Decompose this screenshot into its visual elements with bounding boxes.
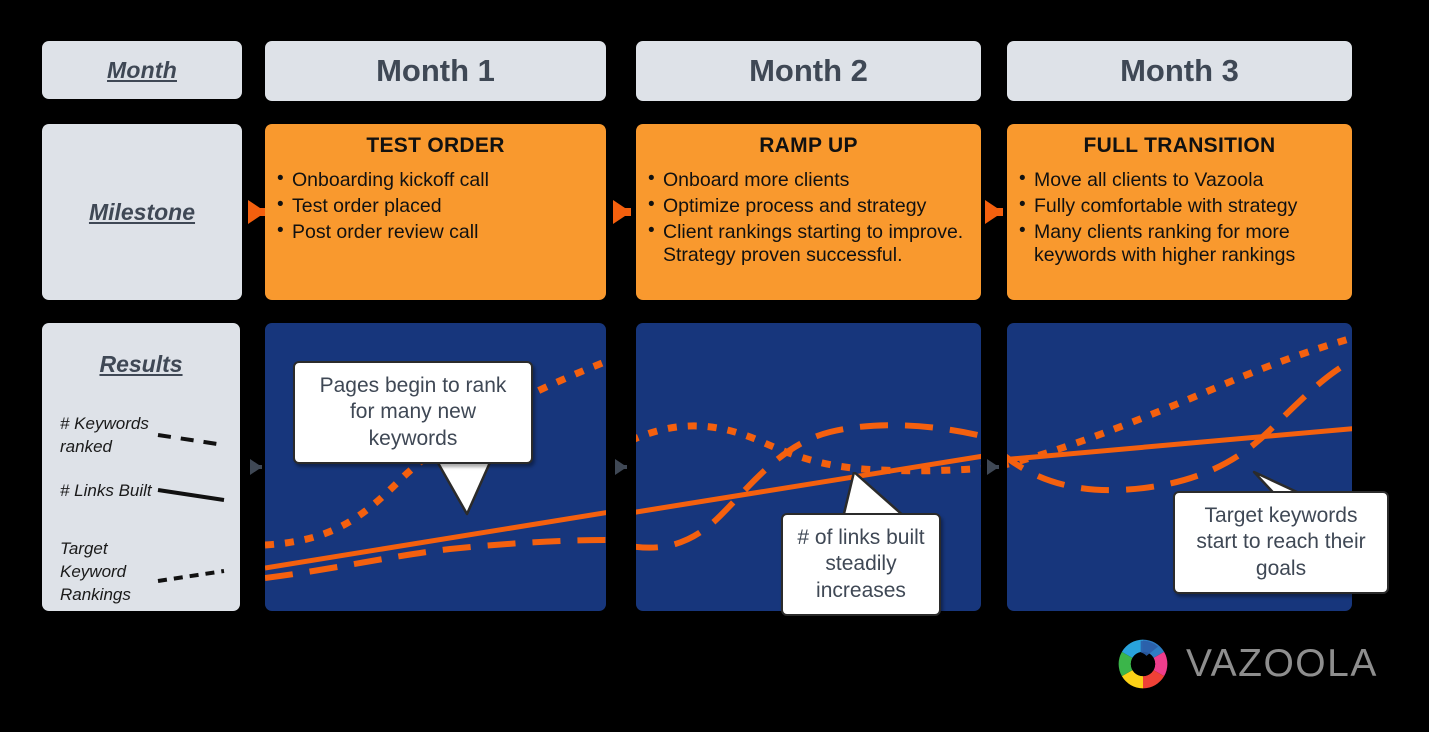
milestone-card-1-title: TEST ORDER	[366, 134, 505, 157]
milestone-row-label: Milestone	[88, 198, 196, 225]
header-month-2-label: Month 2	[749, 53, 868, 88]
milestone-card-3-bullets: Move all clients to Vazoola Fully comfor…	[1019, 168, 1340, 267]
results-legend-box: Results # Keywords ranked # Links Built …	[42, 323, 240, 611]
legend-swatch-long-dash	[157, 423, 230, 449]
header-row-label: Month	[107, 56, 177, 83]
milestone-card-2: RAMP UP Onboard more clients Optimize pr…	[636, 124, 981, 300]
legend-item-target-rankings: Target Keyword Rankings	[60, 538, 230, 607]
list-item: Fully comfortable with strategy	[1019, 194, 1340, 218]
milestone-card-3: FULL TRANSITION Move all clients to Vazo…	[1007, 124, 1352, 300]
legend-item-keywords-ranked: # Keywords ranked	[60, 413, 230, 459]
results-arrow-3	[987, 459, 999, 475]
header-month-3: Month 3	[1007, 41, 1352, 101]
milestone-arrow-2	[613, 200, 631, 224]
header-month-1-label: Month 1	[376, 53, 495, 88]
vazoola-wordmark: VAZOOLA	[1186, 642, 1378, 685]
header-month-3-label: Month 3	[1120, 53, 1239, 88]
list-item: Move all clients to Vazoola	[1019, 168, 1340, 192]
results-arrow-1	[250, 459, 262, 475]
milestone-card-1: TEST ORDER Onboarding kickoff call Test …	[265, 124, 606, 300]
legend-swatch-solid	[157, 478, 230, 504]
legend-label: Target Keyword Rankings	[60, 539, 131, 604]
list-item: Optimize process and strategy	[648, 194, 969, 218]
list-item: Onboard more clients	[648, 168, 969, 192]
milestone-card-3-title: FULL TRANSITION	[1083, 134, 1276, 157]
results-arrow-2	[615, 459, 627, 475]
milestone-card-2-bullets: Onboard more clients Optimize process an…	[648, 168, 969, 267]
infographic-root: Month Month 1 Month 2 Month 3 Milestone …	[0, 0, 1429, 732]
header-row-label-box: Month	[42, 41, 242, 99]
callout-pages-begin-to-rank: Pages begin to rank for many new keyword…	[293, 361, 533, 464]
callout-links-built-increases: # of links built steadily increases	[781, 513, 941, 616]
callout-text: Target keywords start to reach their goa…	[1196, 504, 1366, 580]
header-month-1: Month 1	[265, 41, 606, 101]
header-month-2: Month 2	[636, 41, 981, 101]
callout-target-keywords-goals: Target keywords start to reach their goa…	[1173, 491, 1389, 594]
milestone-arrow-3	[985, 200, 1003, 224]
vazoola-logo: VAZOOLA	[1114, 635, 1378, 693]
list-item: Post order review call	[277, 220, 594, 244]
milestone-row-label-box: Milestone	[42, 124, 242, 300]
callout-text: Pages begin to rank for many new keyword…	[319, 374, 507, 450]
list-item: Many clients ranking for more keywords w…	[1019, 220, 1340, 267]
vazoola-ring-logo	[1118, 639, 1168, 689]
milestone-card-1-bullets: Onboarding kickoff call Test order place…	[277, 168, 594, 244]
list-item: Test order placed	[277, 194, 594, 218]
legend-label: # Links Built	[60, 480, 152, 500]
legend-item-links-built: # Links Built	[60, 478, 230, 504]
results-row-label: Results	[99, 351, 183, 377]
milestone-card-2-title: RAMP UP	[759, 134, 858, 157]
legend-swatch-short-dash	[157, 559, 230, 585]
list-item: Onboarding kickoff call	[277, 168, 594, 192]
callout-text: # of links built steadily increases	[797, 526, 925, 602]
milestone-arrow-1	[248, 200, 266, 224]
legend-label: # Keywords ranked	[60, 414, 149, 456]
list-item: Client rankings starting to improve. Str…	[648, 220, 969, 267]
